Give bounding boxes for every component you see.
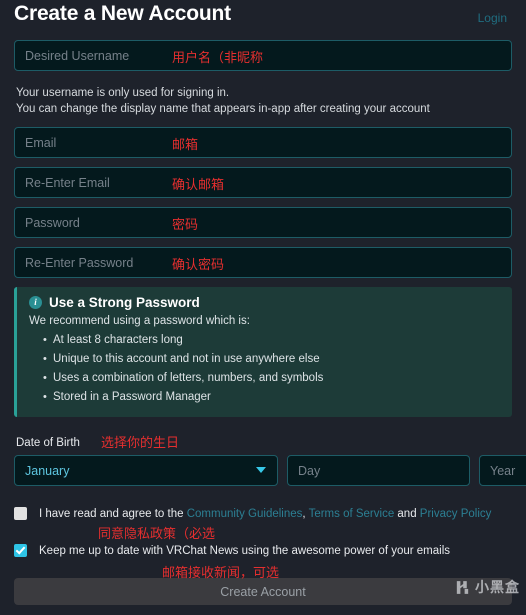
terms-of-service-link[interactable]: Terms of Service xyxy=(309,508,395,520)
helper-line-1: Your username is only used for signing i… xyxy=(16,87,230,99)
email-field-row: 邮箱 xyxy=(14,127,512,158)
consent-block: I have read and agree to the Community G… xyxy=(14,506,512,581)
email-confirm-input[interactable] xyxy=(14,167,512,198)
list-item: Uses a combination of letters, numbers, … xyxy=(43,369,500,388)
tos-text-before: I have read and agree to the xyxy=(39,508,187,520)
date-of-birth-annotation: 选择你的生日 xyxy=(101,436,180,451)
newsletter-consent-label: Keep me up to date with VRChat News usin… xyxy=(39,545,451,557)
birth-day-input[interactable] xyxy=(287,455,470,486)
password-confirm-field-row: 确认密码 xyxy=(14,247,512,278)
date-of-birth-label: Date of Birth xyxy=(16,437,80,449)
page-header: Create a New Account Login xyxy=(0,0,526,40)
newsletter-checkbox[interactable] xyxy=(14,544,27,557)
tos-annotation: 同意隐私政策（必选 xyxy=(98,527,216,542)
list-item: At least 8 characters long xyxy=(43,331,500,350)
email-input[interactable] xyxy=(14,127,512,158)
signup-page: Create a New Account Login 用户名（非昵称 Your … xyxy=(0,0,526,615)
submit-wrapper: Create Account xyxy=(14,578,512,605)
birth-month-select[interactable]: January xyxy=(14,455,278,486)
info-box-title: Use a Strong Password xyxy=(49,295,200,310)
username-input[interactable] xyxy=(14,40,512,71)
list-item: Unique to this account and not in use an… xyxy=(43,350,500,369)
privacy-policy-link[interactable]: Privacy Policy xyxy=(420,508,492,520)
birth-month-value: January xyxy=(25,463,70,478)
password-tips-list: At least 8 characters long Unique to thi… xyxy=(29,331,500,407)
list-item: Stored in a Password Manager xyxy=(43,388,500,407)
create-account-button[interactable]: Create Account xyxy=(14,578,512,605)
login-link[interactable]: Login xyxy=(478,11,507,25)
strong-password-info-box: i Use a Strong Password We recommend usi… xyxy=(14,287,512,417)
tos-checkbox[interactable] xyxy=(14,507,27,520)
date-of-birth-label-row: Date of Birth 选择你的生日 xyxy=(16,433,512,451)
date-of-birth-row: January xyxy=(14,455,526,486)
email-confirm-field-row: 确认邮箱 xyxy=(14,167,512,198)
password-field-row: 密码 xyxy=(14,207,512,238)
community-guidelines-link[interactable]: Community Guidelines xyxy=(187,508,303,520)
tos-sep-2: and xyxy=(394,508,420,520)
page-title: Create a New Account xyxy=(14,2,231,25)
chevron-down-icon xyxy=(256,467,266,473)
info-box-subtitle: We recommend using a password which is: xyxy=(29,315,250,327)
username-helper-text: Your username is only used for signing i… xyxy=(16,85,512,117)
info-icon: i xyxy=(29,296,42,309)
newsletter-consent-row: Keep me up to date with VRChat News usin… xyxy=(14,543,512,581)
username-field-row: 用户名（非昵称 xyxy=(14,40,512,71)
password-confirm-input[interactable] xyxy=(14,247,512,278)
helper-line-2: You can change the display name that app… xyxy=(16,103,430,115)
tos-consent-row: I have read and agree to the Community G… xyxy=(14,506,512,542)
password-input[interactable] xyxy=(14,207,512,238)
tos-consent-label: I have read and agree to the Community G… xyxy=(39,506,491,523)
birth-year-input[interactable] xyxy=(479,455,526,486)
info-box-title-row: i Use a Strong Password xyxy=(29,295,500,310)
